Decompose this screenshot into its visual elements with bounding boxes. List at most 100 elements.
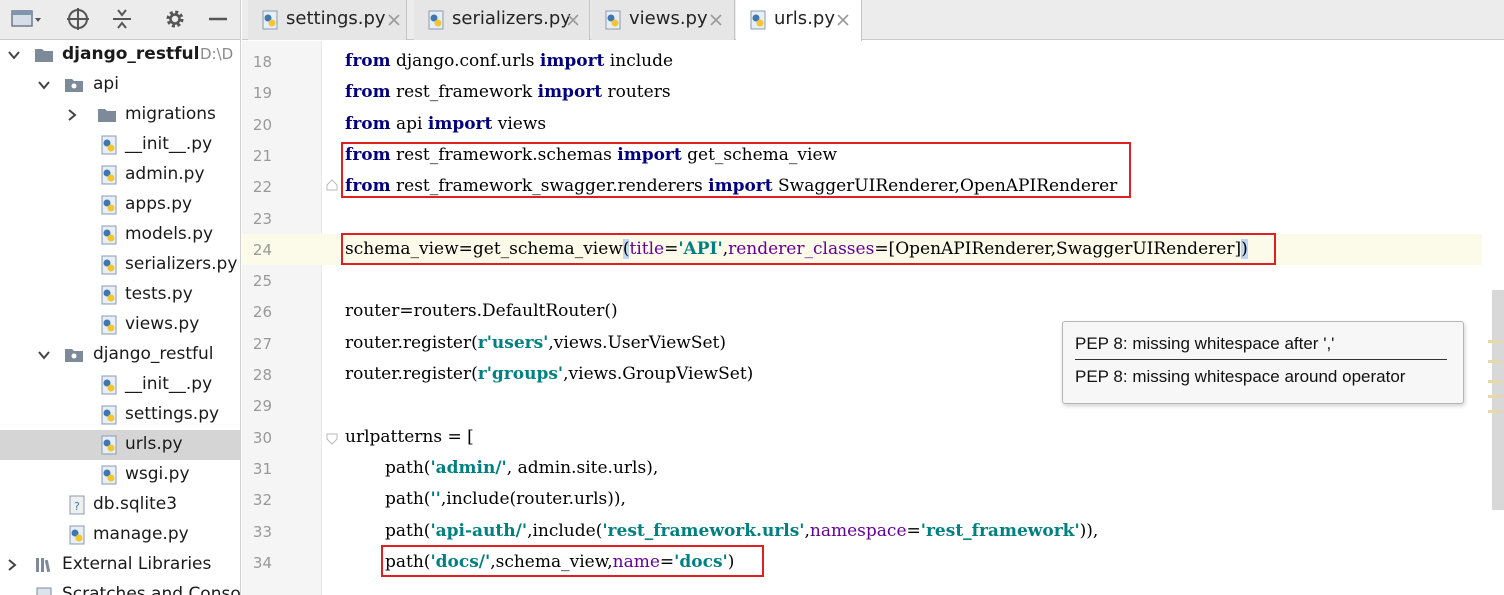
code-token: views <box>492 113 547 134</box>
line-number: 34 <box>252 553 272 572</box>
tree-node-file[interactable]: __init__.py <box>0 370 240 400</box>
fold-marker-icon[interactable] <box>326 430 338 445</box>
locate-file-icon[interactable] <box>63 6 93 34</box>
code-token: 'rest_framework' <box>920 520 1080 541</box>
tree-node-external-libraries[interactable]: External Libraries <box>0 550 240 580</box>
tab-urls[interactable]: urls.py <box>736 0 862 41</box>
line-number: 26 <box>252 303 272 322</box>
folder-icon <box>97 105 117 125</box>
tree-node-project-root[interactable]: django_restful D:\D <box>0 40 240 70</box>
tree-node-file-selected[interactable]: urls.py <box>0 430 240 460</box>
editor-tab-bar: settings.py serializers.py views.py urls… <box>242 0 1504 41</box>
vertical-scrollbar-thumb[interactable] <box>1492 290 1504 510</box>
chevron-right-icon[interactable] <box>64 107 80 123</box>
code-line[interactable]: from rest_framework import routers <box>345 82 671 102</box>
python-file-icon <box>99 255 119 275</box>
code-line[interactable]: path('api-auth/',include('rest_framework… <box>345 521 1098 541</box>
line-number: 25 <box>252 272 272 291</box>
code-token: urlpatterns = [ <box>345 426 474 447</box>
warning-marker[interactable] <box>1488 380 1502 383</box>
fold-marker-icon[interactable] <box>326 176 338 191</box>
line-number: 23 <box>252 209 272 228</box>
code-line[interactable]: urlpatterns = [ <box>345 427 474 447</box>
code-token: django.conf.urls <box>390 51 540 71</box>
code-token: api <box>390 113 428 134</box>
code-line[interactable]: router.register(r'groups',views.GroupVie… <box>345 364 753 384</box>
code-token: '' <box>430 489 441 510</box>
tree-node-migrations[interactable]: migrations <box>0 100 240 130</box>
code-line[interactable]: from api import views <box>345 114 546 134</box>
tree-node-file[interactable]: tests.py <box>0 280 240 310</box>
tree-node-label: tests.py <box>125 284 193 304</box>
tab-settings[interactable]: settings.py <box>248 0 407 40</box>
chevron-down-icon[interactable] <box>6 47 22 63</box>
warning-marker[interactable] <box>1488 360 1502 363</box>
settings-gear-icon[interactable] <box>160 6 190 34</box>
code-line[interactable]: path('admin/', admin.site.urls), <box>345 458 658 478</box>
code-token: 'rest_framework.urls' <box>602 520 805 541</box>
libraries-icon <box>34 555 54 575</box>
tree-node-label: models.py <box>125 224 214 244</box>
tree-node-label: migrations <box>125 104 216 124</box>
tab-views[interactable]: views.py <box>591 0 735 40</box>
tree-node-label: urls.py <box>125 434 183 454</box>
line-number: 18 <box>252 53 272 71</box>
code-line[interactable]: path('',include(router.urls)), <box>345 489 626 509</box>
close-icon[interactable] <box>836 12 850 26</box>
line-number: 32 <box>252 491 272 510</box>
tab-label: views.py <box>629 8 708 29</box>
project-view-dropdown-icon[interactable] <box>10 6 41 34</box>
tree-node-file[interactable]: ? db.sqlite3 <box>0 490 240 520</box>
python-file-icon <box>99 285 119 305</box>
tree-node-label: api <box>93 74 119 94</box>
tree-node-label: wsgi.py <box>125 464 190 484</box>
code-token: ,include( <box>527 520 603 541</box>
tree-node-file[interactable]: views.py <box>0 310 240 340</box>
python-file-icon <box>99 375 119 395</box>
tree-node-file[interactable]: __init__.py <box>0 130 240 160</box>
chevron-down-icon[interactable] <box>36 77 52 93</box>
code-token: router=routers.DefaultRouter() <box>345 301 618 322</box>
python-file-icon <box>260 10 280 30</box>
python-file-icon <box>99 465 119 485</box>
tree-node-scratches[interactable]: Scratches and Conso <box>0 580 240 595</box>
warning-marker[interactable] <box>1488 340 1502 343</box>
close-icon[interactable] <box>387 12 401 26</box>
tree-node-file[interactable]: manage.py <box>0 520 240 550</box>
code-token: import <box>539 51 605 71</box>
code-line[interactable]: router=routers.DefaultRouter() <box>345 301 618 321</box>
code-token: ,views.GroupViewSet) <box>563 364 754 384</box>
python-file-icon <box>99 135 119 155</box>
python-file-icon <box>67 525 87 545</box>
tree-node-file[interactable]: apps.py <box>0 190 240 220</box>
chevron-right-icon[interactable] <box>4 557 20 573</box>
tree-node-file[interactable]: settings.py <box>0 400 240 430</box>
code-line[interactable]: router.register(r'users',views.UserViewS… <box>345 333 726 353</box>
tree-node-file[interactable]: admin.py <box>0 160 240 190</box>
close-icon[interactable] <box>566 12 580 26</box>
tree-node-label: admin.py <box>125 164 205 184</box>
hide-panel-icon[interactable] <box>203 6 233 34</box>
chevron-down-icon[interactable] <box>36 347 52 363</box>
code-token: include <box>604 51 674 71</box>
tree-node-django-restful-package[interactable]: django_restful <box>0 340 240 370</box>
code-token: r'groups' <box>477 364 564 384</box>
python-file-icon <box>99 435 119 455</box>
tree-node-file[interactable]: serializers.py <box>0 250 240 280</box>
project-path: D:\D <box>200 45 234 63</box>
tree-node-file[interactable]: wsgi.py <box>0 460 240 490</box>
tree-node-label: __init__.py <box>125 134 213 154</box>
code-token: 'api-auth/' <box>430 520 528 541</box>
code-token: r'users' <box>477 332 549 353</box>
close-icon[interactable] <box>709 12 723 26</box>
collapse-all-icon[interactable] <box>107 6 137 34</box>
line-number: 30 <box>252 428 272 447</box>
tab-serializers[interactable]: serializers.py <box>414 0 590 40</box>
warning-marker[interactable] <box>1488 395 1502 398</box>
package-folder-icon <box>64 75 84 95</box>
code-token: ,views.UserViewSet) <box>548 332 727 353</box>
tree-node-file[interactable]: models.py <box>0 220 240 250</box>
tree-node-api[interactable]: api <box>0 70 240 100</box>
warning-marker[interactable] <box>1488 410 1502 413</box>
code-line[interactable]: from django.conf.urls import include <box>345 51 673 71</box>
